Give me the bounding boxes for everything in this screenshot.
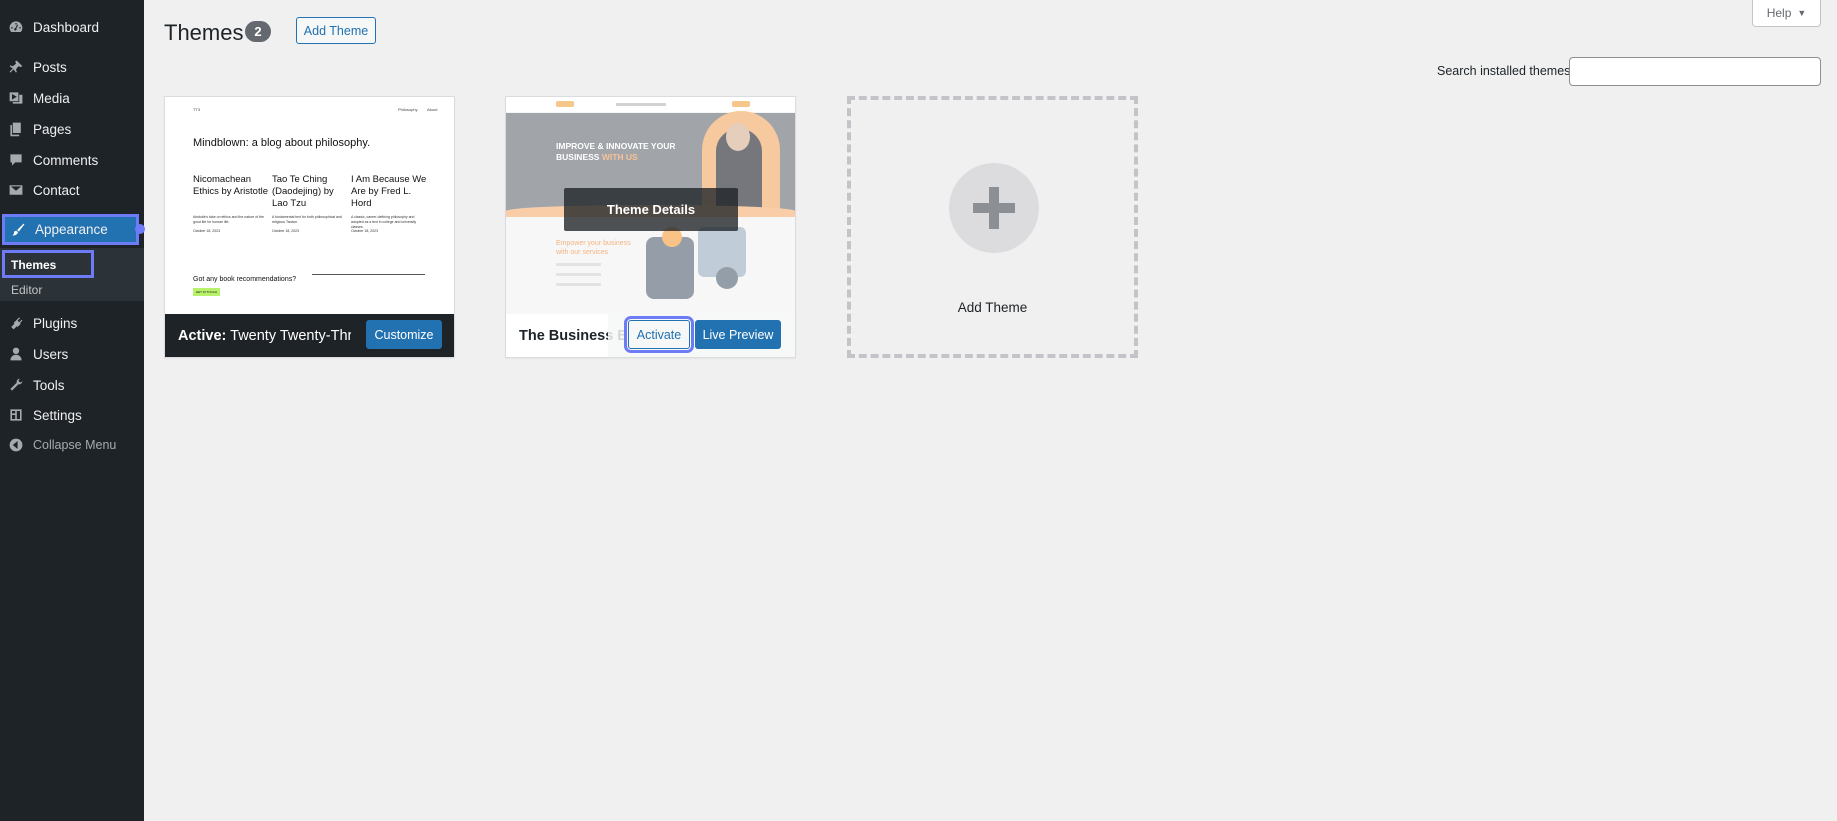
theme-details-button[interactable]: Theme Details [564,188,738,231]
collapse-menu-button[interactable]: Collapse Menu [0,430,144,460]
sidebar-item-media[interactable]: Media [0,83,144,113]
preview-logo: TT3 [193,107,201,112]
theme-card-footer: The Business Blog Activate Live Preview [506,314,795,357]
preview-post-excerpt: A classic, career-defining philosophy an… [351,215,417,229]
add-theme-label: Add Theme [957,300,1028,315]
preview-cta-text: Got any book recommendations? [193,276,297,283]
preview-post-title: I Am Because We Are by Fred L. Hord [351,174,427,209]
active-prefix: Active: [178,327,227,344]
theme-count-badge: 2 [245,21,271,42]
sidebar-item-settings[interactable]: Settings [0,400,144,430]
sidebar-item-label: Plugins [33,315,78,331]
media-icon [7,89,25,107]
pages-icon [7,120,25,138]
sidebar-item-dashboard[interactable]: Dashboard [0,12,144,42]
dashboard-icon [7,18,25,36]
preview-post-date: October 18, 2023 [351,229,379,233]
sidebar-item-users[interactable]: Users [0,339,144,369]
sidebar-item-label: Users [33,346,69,362]
preview-cta-button: GET IN TOUCH [193,288,220,296]
theme-name: Active: Twenty Twenty-Three [165,328,351,344]
submenu-item-editor[interactable]: Editor [11,283,42,297]
collapse-menu-label: Collapse Menu [33,438,117,452]
preview-post-title: Tao Te Ching (Daodejing) by Lao Tzu [272,174,334,209]
live-preview-button[interactable]: Live Preview [695,320,781,349]
preview-post-title: Nicomachean Ethics by Aristotle [193,174,268,197]
theme-name-text: Twenty Twenty-Three [230,327,351,344]
pin-icon [7,58,25,76]
preview-nav-item: Philosophy [398,107,418,112]
sidebar-item-tools[interactable]: Tools [0,370,144,400]
theme-card-footer: Active: Twenty Twenty-Three Customize [165,314,454,357]
caret-down-icon: ▼ [1797,8,1807,18]
sidebar-item-label: Appearance [35,222,108,237]
sidebar-item-label: Settings [33,407,82,423]
activate-button[interactable]: Activate [624,316,694,353]
preview-post-excerpt: A fundamental text for both philosophica… [272,215,342,224]
sidebar-item-appearance[interactable]: Appearance [2,214,145,245]
preview-post-date: October 18, 2023 [272,229,300,233]
sidebar-item-plugins[interactable]: Plugins [0,308,144,338]
sidebar-item-contact[interactable]: Contact [0,175,144,205]
preview-headline: Mindblown: a blog about philosophy. [193,137,371,149]
preview-post-date: October 18, 2023 [193,229,221,233]
mail-icon [7,181,25,199]
theme-screenshot: IMPROVE & INNOVATE YOUR BUSINESS WITH US… [506,97,795,314]
theme-screenshot: TT3 Philosophy About Mindblown: a blog a… [165,97,454,314]
theme-card-twenty-twenty-three[interactable]: TT3 Philosophy About Mindblown: a blog a… [164,96,455,358]
preview-nav-item: About [427,107,438,112]
settings-icon [7,406,25,424]
collapse-icon [7,436,25,454]
customize-button[interactable]: Customize [366,320,442,349]
paintbrush-icon [9,221,27,239]
page-title: Themes [164,20,244,45]
admin-sidebar: Dashboard Posts Media Pages Comments Con… [0,0,145,821]
comment-icon [7,151,25,169]
plus-icon [949,163,1039,253]
sidebar-item-label: Contact [33,182,80,198]
sidebar-item-label: Comments [33,152,99,168]
sidebar-item-label: Tools [33,377,65,393]
sidebar-item-label: Posts [33,59,67,75]
theme-card-business-blog[interactable]: IMPROVE & INNOVATE YOUR BUSINESS WITH US… [505,96,796,358]
preview-divider [312,274,425,275]
user-icon [7,345,25,363]
themes-highlight-box [2,250,94,278]
sidebar-item-pages[interactable]: Pages [0,114,144,144]
help-label: Help [1766,6,1792,20]
help-button[interactable]: Help ▼ [1752,0,1821,27]
preview-post-excerpt: Aristotle's take on ethics and the natur… [193,215,264,224]
add-theme-card[interactable]: Add Theme [847,96,1138,358]
sidebar-item-posts[interactable]: Posts [0,52,144,82]
add-theme-button[interactable]: Add Theme [296,17,376,44]
sidebar-item-comments[interactable]: Comments [0,145,144,175]
sidebar-item-label: Media [33,90,70,106]
wrench-icon [7,376,25,394]
sidebar-item-label: Pages [33,121,72,137]
search-label: Search installed themes [1437,64,1571,78]
search-themes-input[interactable] [1569,57,1821,86]
plugin-icon [7,314,25,332]
sidebar-item-label: Dashboard [33,19,100,35]
